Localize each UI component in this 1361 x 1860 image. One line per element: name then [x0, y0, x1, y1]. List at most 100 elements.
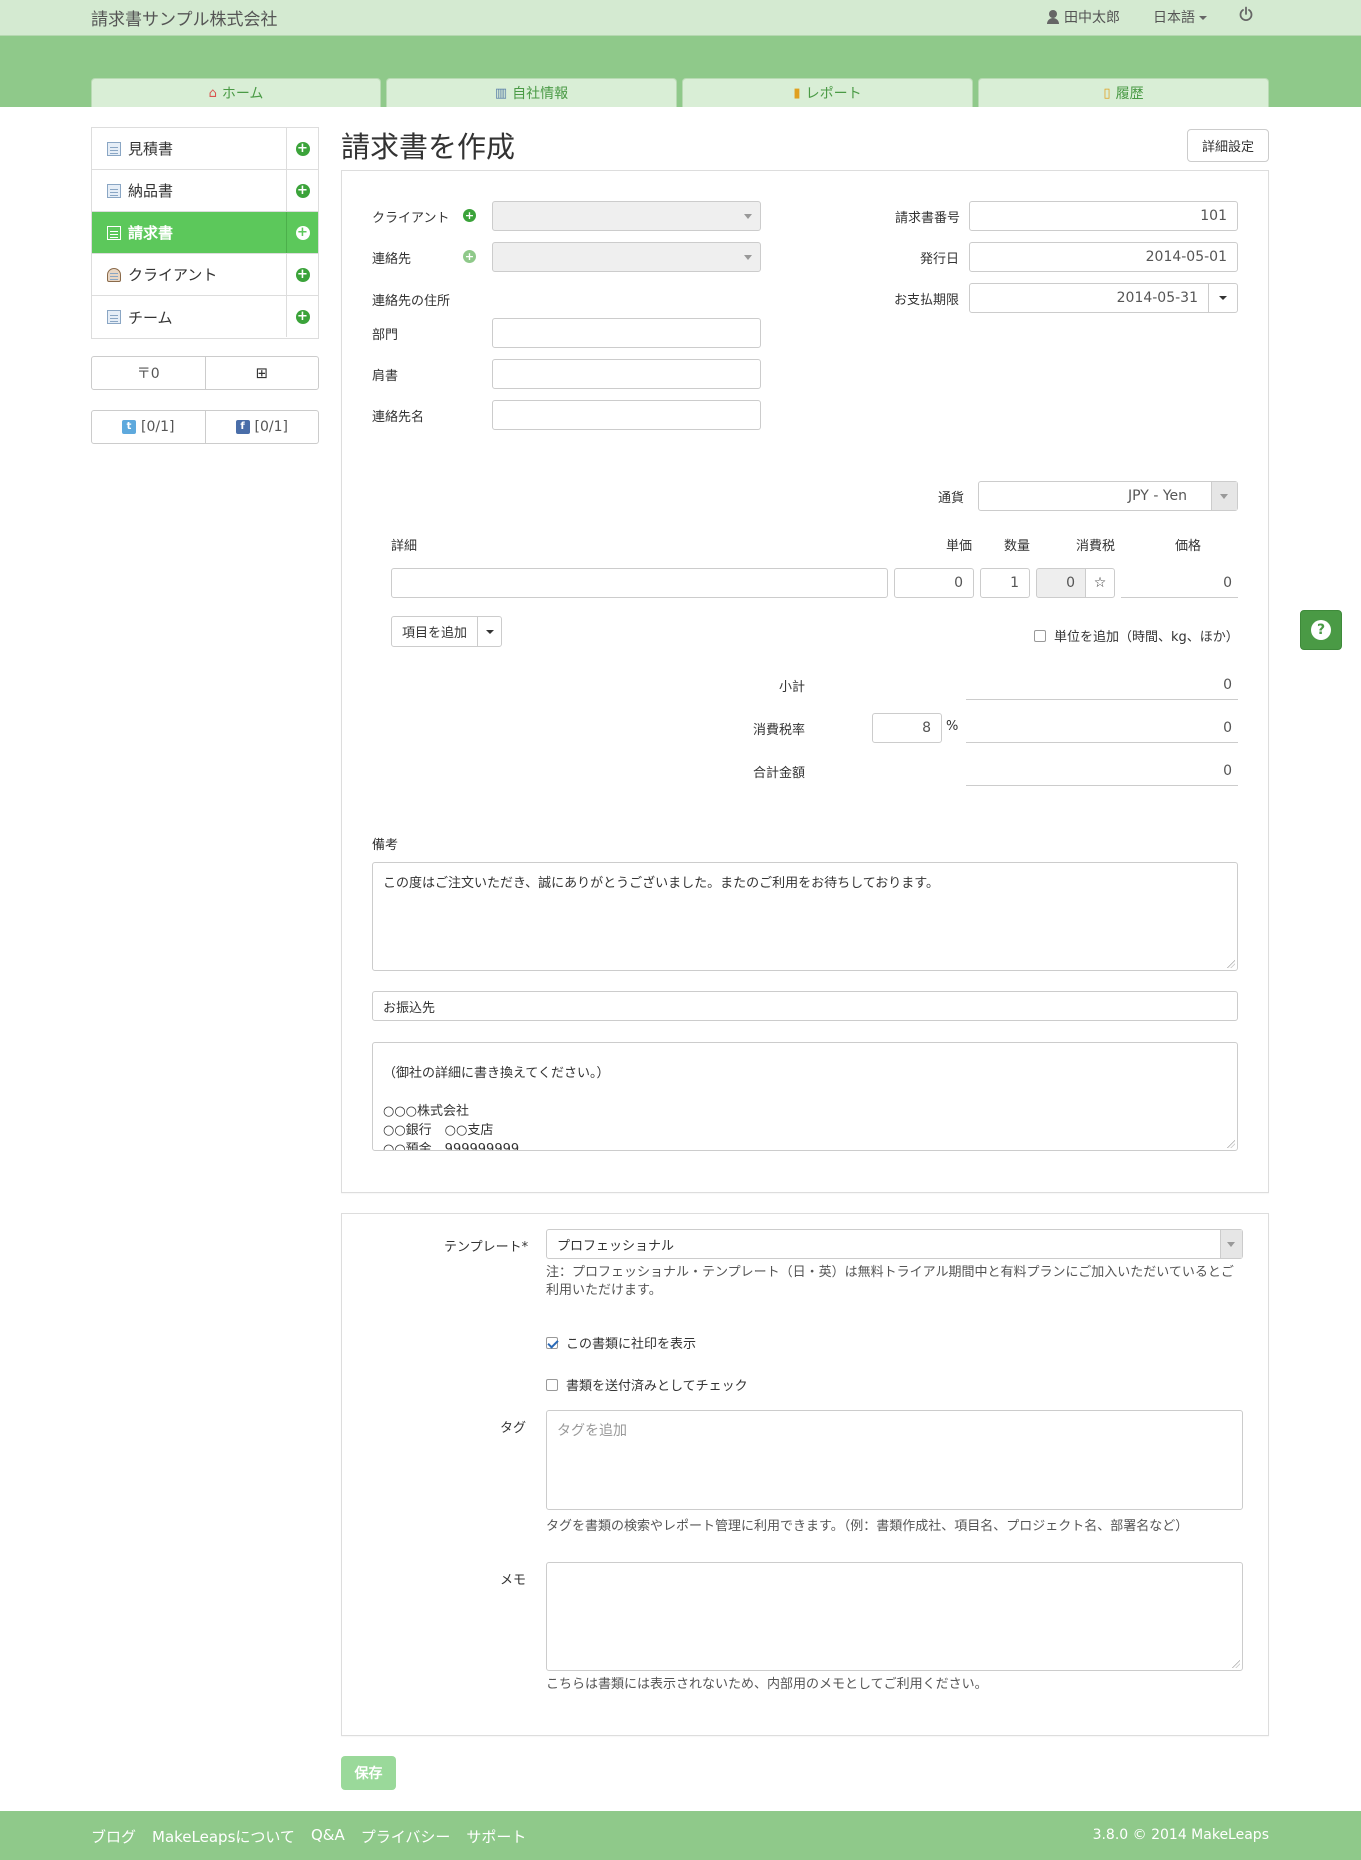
- due-date-dropdown-button[interactable]: [1208, 283, 1238, 313]
- title-input[interactable]: [492, 359, 761, 389]
- add-item-dropdown-button[interactable]: [477, 616, 502, 647]
- footer-link-support[interactable]: サポート: [466, 1826, 526, 1847]
- facebook-count: [0/1]: [254, 419, 288, 435]
- resize-handle-icon[interactable]: [1227, 1140, 1235, 1148]
- star-icon: ☆: [1093, 575, 1107, 591]
- tab-reports-label: レポート: [805, 86, 862, 102]
- footer-link-about[interactable]: MakeLeapsについて: [152, 1826, 295, 1847]
- currency-dropdown-handle[interactable]: [1211, 482, 1237, 510]
- tab-company-label: 自社情報: [512, 86, 569, 102]
- twitter-button[interactable]: t [0/1]: [92, 411, 205, 443]
- twitter-icon: t: [122, 420, 137, 434]
- col-quantity: 数量: [1004, 539, 1031, 554]
- line-quantity-input[interactable]: 1: [980, 568, 1030, 598]
- tags-help: タグを書類の検索やレポート管理に利用できます。（例：書類作成社、項目名、プロジェ…: [546, 1519, 1189, 1534]
- memo-label: メモ: [500, 1573, 527, 1588]
- tags-placeholder: タグを追加: [557, 1423, 627, 1439]
- tab-company[interactable]: ▥ 自社情報: [386, 78, 677, 107]
- issue-date-input[interactable]: 2014-05-01: [969, 242, 1238, 272]
- line-tax-input: 0: [1036, 568, 1086, 598]
- currency-select[interactable]: JPY - Yen: [978, 481, 1238, 511]
- due-date-label: お支払期限: [894, 293, 960, 308]
- tax-rate-input[interactable]: 8: [872, 713, 942, 743]
- invoice-number-input[interactable]: 101: [969, 201, 1238, 231]
- resize-handle-icon[interactable]: [1227, 960, 1235, 968]
- currency-label: 通貨: [938, 491, 965, 506]
- total-field: 0: [966, 756, 1238, 786]
- language-menu[interactable]: 日本語: [1153, 7, 1207, 27]
- person-icon: [107, 267, 121, 282]
- add-client-icon[interactable]: +: [463, 209, 476, 222]
- twitter-count: [0/1]: [141, 419, 175, 435]
- mark-sent-checkbox[interactable]: [546, 1379, 558, 1391]
- bank-line: ○○○株式会社: [383, 1104, 470, 1119]
- bank-line: （御社の詳細に書き換えてください。）: [383, 1066, 610, 1081]
- footer-link-blog[interactable]: ブログ: [91, 1826, 136, 1847]
- gift-icon: ⊞: [255, 364, 269, 382]
- plus-icon: +: [295, 308, 310, 324]
- chevron-down-icon: [744, 214, 752, 219]
- sidebar-item-delivery[interactable]: 納品書 +: [92, 170, 318, 212]
- resize-handle-icon[interactable]: [1232, 1660, 1240, 1668]
- facebook-button[interactable]: f [0/1]: [204, 411, 319, 443]
- plus-icon: +: [295, 140, 310, 156]
- chevron-down-icon: [1199, 16, 1207, 20]
- percent-label: %: [946, 719, 959, 734]
- contact-select[interactable]: [492, 242, 761, 272]
- tab-history[interactable]: ▯ 履歴: [978, 78, 1269, 107]
- gift-button[interactable]: ⊞: [204, 357, 319, 389]
- top-bar: 請求書サンプル株式会社 田中太郎 日本語: [0, 0, 1361, 36]
- power-icon[interactable]: [1238, 6, 1254, 22]
- footer: ブログ MakeLeapsについて Q&A プライバシー サポート 3.8.0 …: [0, 1811, 1361, 1860]
- user-menu[interactable]: 田中太郎: [1046, 7, 1120, 27]
- tasks-button[interactable]: 〒0: [92, 357, 205, 389]
- detail-settings-button[interactable]: 詳細設定: [1187, 129, 1269, 162]
- sidebar-item-invoices[interactable]: 請求書 +: [92, 212, 318, 254]
- client-select[interactable]: [492, 201, 761, 231]
- add-team-button[interactable]: +: [286, 296, 318, 337]
- contact-name-input[interactable]: [492, 400, 761, 430]
- question-icon: ?: [1311, 620, 1331, 640]
- add-estimate-button[interactable]: +: [286, 128, 318, 169]
- add-contact-icon[interactable]: +: [463, 250, 476, 263]
- line-detail-input[interactable]: [391, 568, 888, 598]
- memo-textarea[interactable]: [546, 1562, 1243, 1671]
- department-input[interactable]: [492, 318, 761, 348]
- add-client-button[interactable]: +: [286, 254, 318, 295]
- tab-home[interactable]: ⌂ ホーム: [91, 78, 381, 107]
- footer-link-qa[interactable]: Q&A: [311, 1826, 345, 1847]
- col-detail: 詳細: [391, 539, 418, 554]
- template-dropdown-handle[interactable]: [1220, 1230, 1242, 1258]
- notes-textarea[interactable]: この度はご注文いただき、誠にありがとうございました。またのご利用をお待ちしており…: [372, 862, 1238, 971]
- sidebar-item-team[interactable]: チーム +: [92, 296, 318, 338]
- sidebar-item-clients[interactable]: クライアント +: [92, 254, 318, 296]
- help-button[interactable]: ?: [1300, 610, 1342, 650]
- add-unit-checkbox[interactable]: [1034, 630, 1046, 642]
- sidebar-item-estimates[interactable]: 見積書 +: [92, 128, 318, 170]
- add-invoice-button[interactable]: +: [286, 212, 318, 253]
- show-seal-checkbox[interactable]: [546, 1337, 558, 1349]
- line-unit-price-input[interactable]: 0: [894, 568, 974, 598]
- add-delivery-button[interactable]: +: [286, 170, 318, 211]
- title-label: 肩書: [372, 369, 399, 384]
- facebook-icon: f: [235, 420, 250, 434]
- add-item-button[interactable]: 項目を追加: [391, 616, 478, 647]
- tax-star-button[interactable]: ☆: [1085, 568, 1115, 598]
- template-value: プロフェッショナル: [557, 1238, 675, 1254]
- save-button[interactable]: 保存: [341, 1756, 396, 1790]
- home-icon: ⌂: [208, 85, 217, 101]
- plus-icon: +: [295, 224, 310, 240]
- company-name[interactable]: 請求書サンプル株式会社: [91, 5, 278, 30]
- bank-line: [383, 1083, 1227, 1102]
- footer-link-privacy[interactable]: プライバシー: [361, 1826, 451, 1847]
- due-date-input[interactable]: 2014-05-31: [969, 283, 1209, 313]
- social-buttons: t [0/1] f [0/1]: [91, 410, 319, 444]
- bank-details-textarea[interactable]: （御社の詳細に書き換えてください。） ○○○株式会社 ○○銀行 ○○支店 ○○預…: [372, 1042, 1238, 1151]
- chevron-down-icon: [485, 629, 494, 634]
- template-select[interactable]: プロフェッショナル: [546, 1229, 1243, 1259]
- col-tax: 消費税: [1076, 539, 1116, 554]
- tags-input[interactable]: タグを追加: [546, 1410, 1243, 1510]
- tab-reports[interactable]: ▮ レポート: [682, 78, 973, 107]
- bank-title-input[interactable]: お振込先: [372, 991, 1238, 1021]
- mark-sent-label: 書類を送付済みとしてチェック: [566, 1379, 748, 1394]
